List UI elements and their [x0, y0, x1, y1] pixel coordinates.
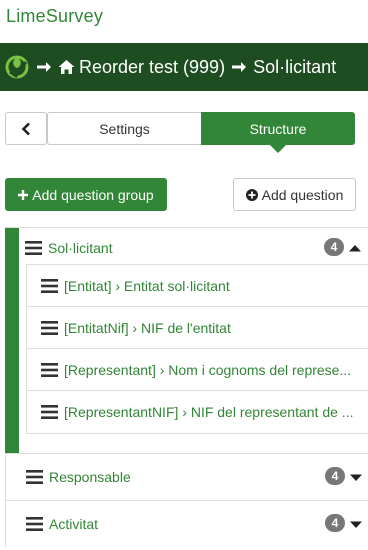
plus-circle-icon: [245, 188, 258, 201]
question-group-title[interactable]: Responsable: [49, 469, 131, 485]
tab-settings[interactable]: Settings: [47, 112, 201, 145]
hamburger-drag-icon[interactable]: [41, 405, 58, 419]
question-group-title[interactable]: Sol·licitant: [48, 240, 113, 256]
list-item[interactable]: [RepresentantNIF] › NIF del representant…: [27, 391, 368, 433]
limesurvey-logo-icon[interactable]: [4, 54, 30, 80]
arrow-right-icon: [37, 62, 51, 72]
question-title[interactable]: [RepresentantNIF] › NIF del representant…: [64, 404, 353, 420]
question-count-badge: 4: [325, 514, 345, 532]
top-header: LimeSurvey: [0, 0, 368, 42]
collapse-sidebar-button[interactable]: [5, 112, 47, 145]
question-count-badge: 4: [324, 238, 344, 256]
list-item[interactable]: [EntitatNif] › NIF de l'entitat: [27, 307, 368, 349]
question-count-badge: 4: [325, 467, 345, 485]
list-item[interactable]: [Representant] › Nom i cognoms del repre…: [27, 349, 368, 391]
tab-structure[interactable]: Structure: [201, 112, 355, 153]
list-item[interactable]: [Entitat] › Entitat sol·licitant: [27, 265, 368, 307]
hamburger-drag-icon[interactable]: [41, 362, 58, 377]
home-icon[interactable]: [58, 59, 75, 75]
question-group-expanded: Sol·licitant 4 [Entitat] › Entitat sol·l…: [5, 227, 368, 454]
active-group-indicator: [5, 228, 19, 454]
caret-down-icon[interactable]: [350, 474, 362, 482]
brand-title[interactable]: LimeSurvey: [6, 6, 103, 27]
chevron-left-icon: [21, 122, 30, 135]
arrow-right-icon: [232, 62, 247, 72]
caret-up-icon[interactable]: [349, 244, 361, 252]
add-question-label: Add question: [261, 186, 344, 203]
question-list: [Entitat] › Entitat sol·licitant [Entita…: [26, 264, 368, 434]
plus-icon: [18, 189, 29, 200]
question-title[interactable]: [EntitatNif] › NIF de l'entitat: [64, 320, 231, 336]
add-question-group-button[interactable]: Add question group: [5, 178, 167, 211]
hamburger-drag-icon[interactable]: [41, 320, 58, 335]
sidebar-tabs: Settings Structure: [5, 112, 355, 153]
question-title[interactable]: [Representant] › Nom i cognoms del repre…: [64, 362, 351, 378]
hamburger-drag-icon[interactable]: [25, 241, 42, 255]
breadcrumb-group[interactable]: Sol·licitant: [253, 57, 336, 78]
caret-down-icon[interactable]: [350, 521, 362, 529]
hamburger-drag-icon[interactable]: [26, 517, 43, 531]
question-title[interactable]: [Entitat] › Entitat sol·licitant: [64, 278, 230, 294]
add-question-button[interactable]: Add question: [233, 178, 356, 211]
breadcrumb-survey[interactable]: Reorder test (999): [79, 57, 225, 78]
question-group-header[interactable]: Sol·licitant: [25, 228, 113, 268]
question-group-title[interactable]: Activitat: [49, 516, 98, 532]
question-group-collapsed[interactable]: Responsable 4: [5, 453, 368, 500]
breadcrumb: Reorder test (999) Sol·licitant: [0, 43, 368, 91]
question-group-collapsed[interactable]: Activitat 4: [5, 500, 368, 547]
hamburger-drag-icon[interactable]: [26, 470, 43, 484]
hamburger-drag-icon[interactable]: [41, 278, 58, 293]
add-question-group-label: Add question group: [32, 186, 154, 203]
